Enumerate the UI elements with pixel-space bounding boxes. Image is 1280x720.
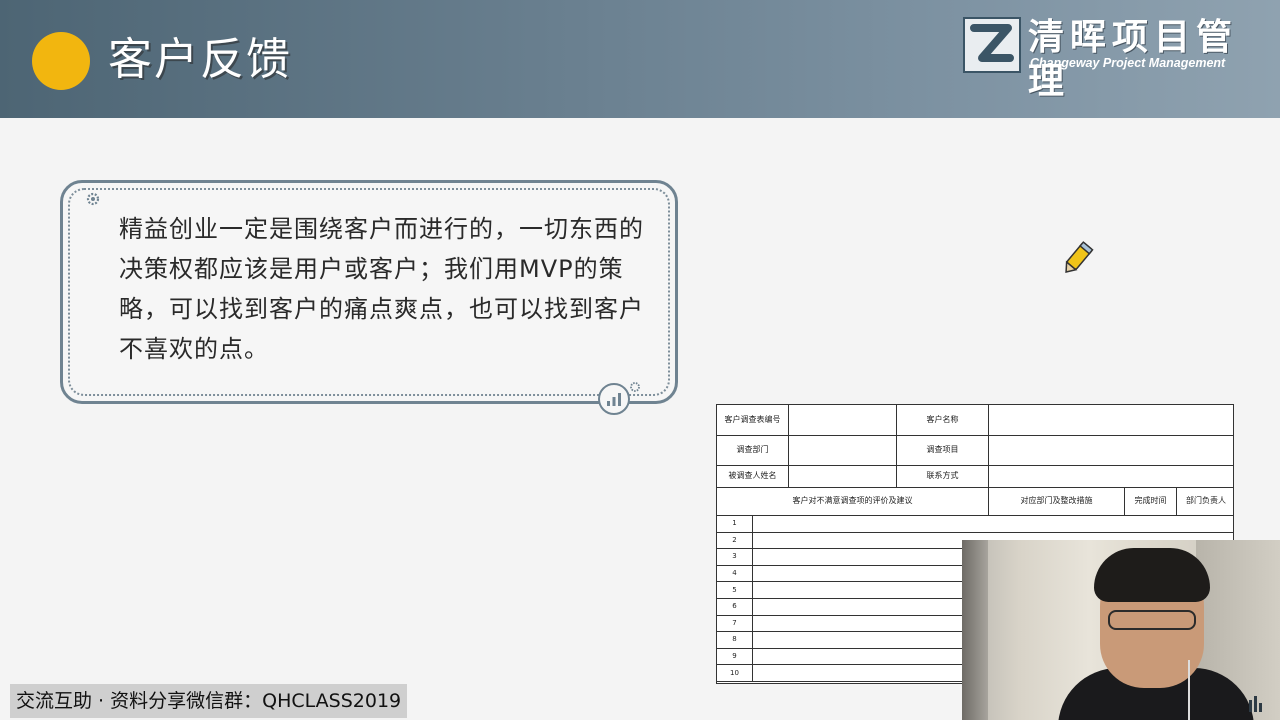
form-label: 调查项目	[897, 435, 989, 465]
card-text: 精益创业一定是围绕客户而进行的，一切东西的决策权都应该是用户或客户；我们用MVP…	[119, 215, 644, 363]
form-value	[789, 405, 897, 435]
form-row-number: 7	[717, 614, 753, 632]
webcam-wall	[962, 540, 988, 720]
form-row-number: 4	[717, 564, 753, 582]
brand-name-en: Changeway Project Management	[1030, 56, 1226, 70]
presenter-hair	[1094, 548, 1210, 602]
gear-icon	[630, 382, 640, 392]
form-row-number: 2	[717, 531, 753, 549]
form-row-number: 6	[717, 598, 753, 615]
form-row-number: 10	[717, 664, 753, 681]
form-label: 客户名称	[897, 405, 989, 435]
form-value	[789, 435, 897, 465]
page-title: 客户反馈	[108, 34, 292, 85]
signal-badge	[598, 383, 630, 415]
pencil-icon	[1065, 241, 1094, 273]
form-label: 客户调查表编号	[717, 405, 789, 435]
earphone-cord	[1188, 660, 1190, 720]
form-row: 1	[717, 515, 1233, 533]
form-row-number: 9	[717, 647, 753, 665]
form-column-header: 部门负责人	[1186, 496, 1226, 505]
form-row-number: 5	[717, 581, 753, 598]
form-row: 被调查人姓名 联系方式	[717, 465, 1233, 488]
form-row-number: 3	[717, 548, 753, 565]
form-label: 调查部门	[717, 435, 789, 465]
form-row: 客户调查表编号 客户名称	[717, 405, 1233, 436]
form-row-number: 8	[717, 631, 753, 648]
gear-icon	[86, 192, 100, 206]
title-dot	[32, 32, 90, 90]
form-label: 被调查人姓名	[717, 465, 789, 487]
form-value	[989, 465, 1233, 487]
signal-bars-icon	[607, 393, 621, 406]
brand-logo: 清晖项目管理 Changeway Project Management	[962, 16, 1274, 102]
form-column-header-row: 客户对不满意调查项的评价及建议 对应部门及整改措施 完成时间 部门负责人	[717, 487, 1233, 516]
quote-card: 精益创业一定是围绕客户而进行的，一切东西的决策权都应该是用户或客户；我们用MVP…	[60, 180, 678, 415]
presenter-glasses	[1108, 610, 1196, 630]
form-row-number: 1	[717, 515, 753, 532]
form-column-header: 客户对不满意调查项的评价及建议	[717, 487, 989, 515]
form-row: 调查部门 调查项目	[717, 435, 1233, 466]
chart-bars-icon	[1249, 696, 1262, 712]
form-label: 联系方式	[897, 465, 989, 487]
form-value	[789, 465, 897, 487]
header-banner: 客户反馈 清晖项目管理 Changeway Project Management	[0, 0, 1280, 118]
group-watermark: 交流互助 · 资料分享微信群：QHCLASS2019	[10, 684, 408, 718]
presenter-webcam	[962, 540, 1280, 720]
form-value	[989, 435, 1233, 465]
form-column-header: 完成时间	[1125, 487, 1177, 515]
form-value	[989, 405, 1233, 435]
form-column-header: 对应部门及整改措施	[989, 487, 1125, 515]
z-logo-icon	[963, 17, 1021, 73]
